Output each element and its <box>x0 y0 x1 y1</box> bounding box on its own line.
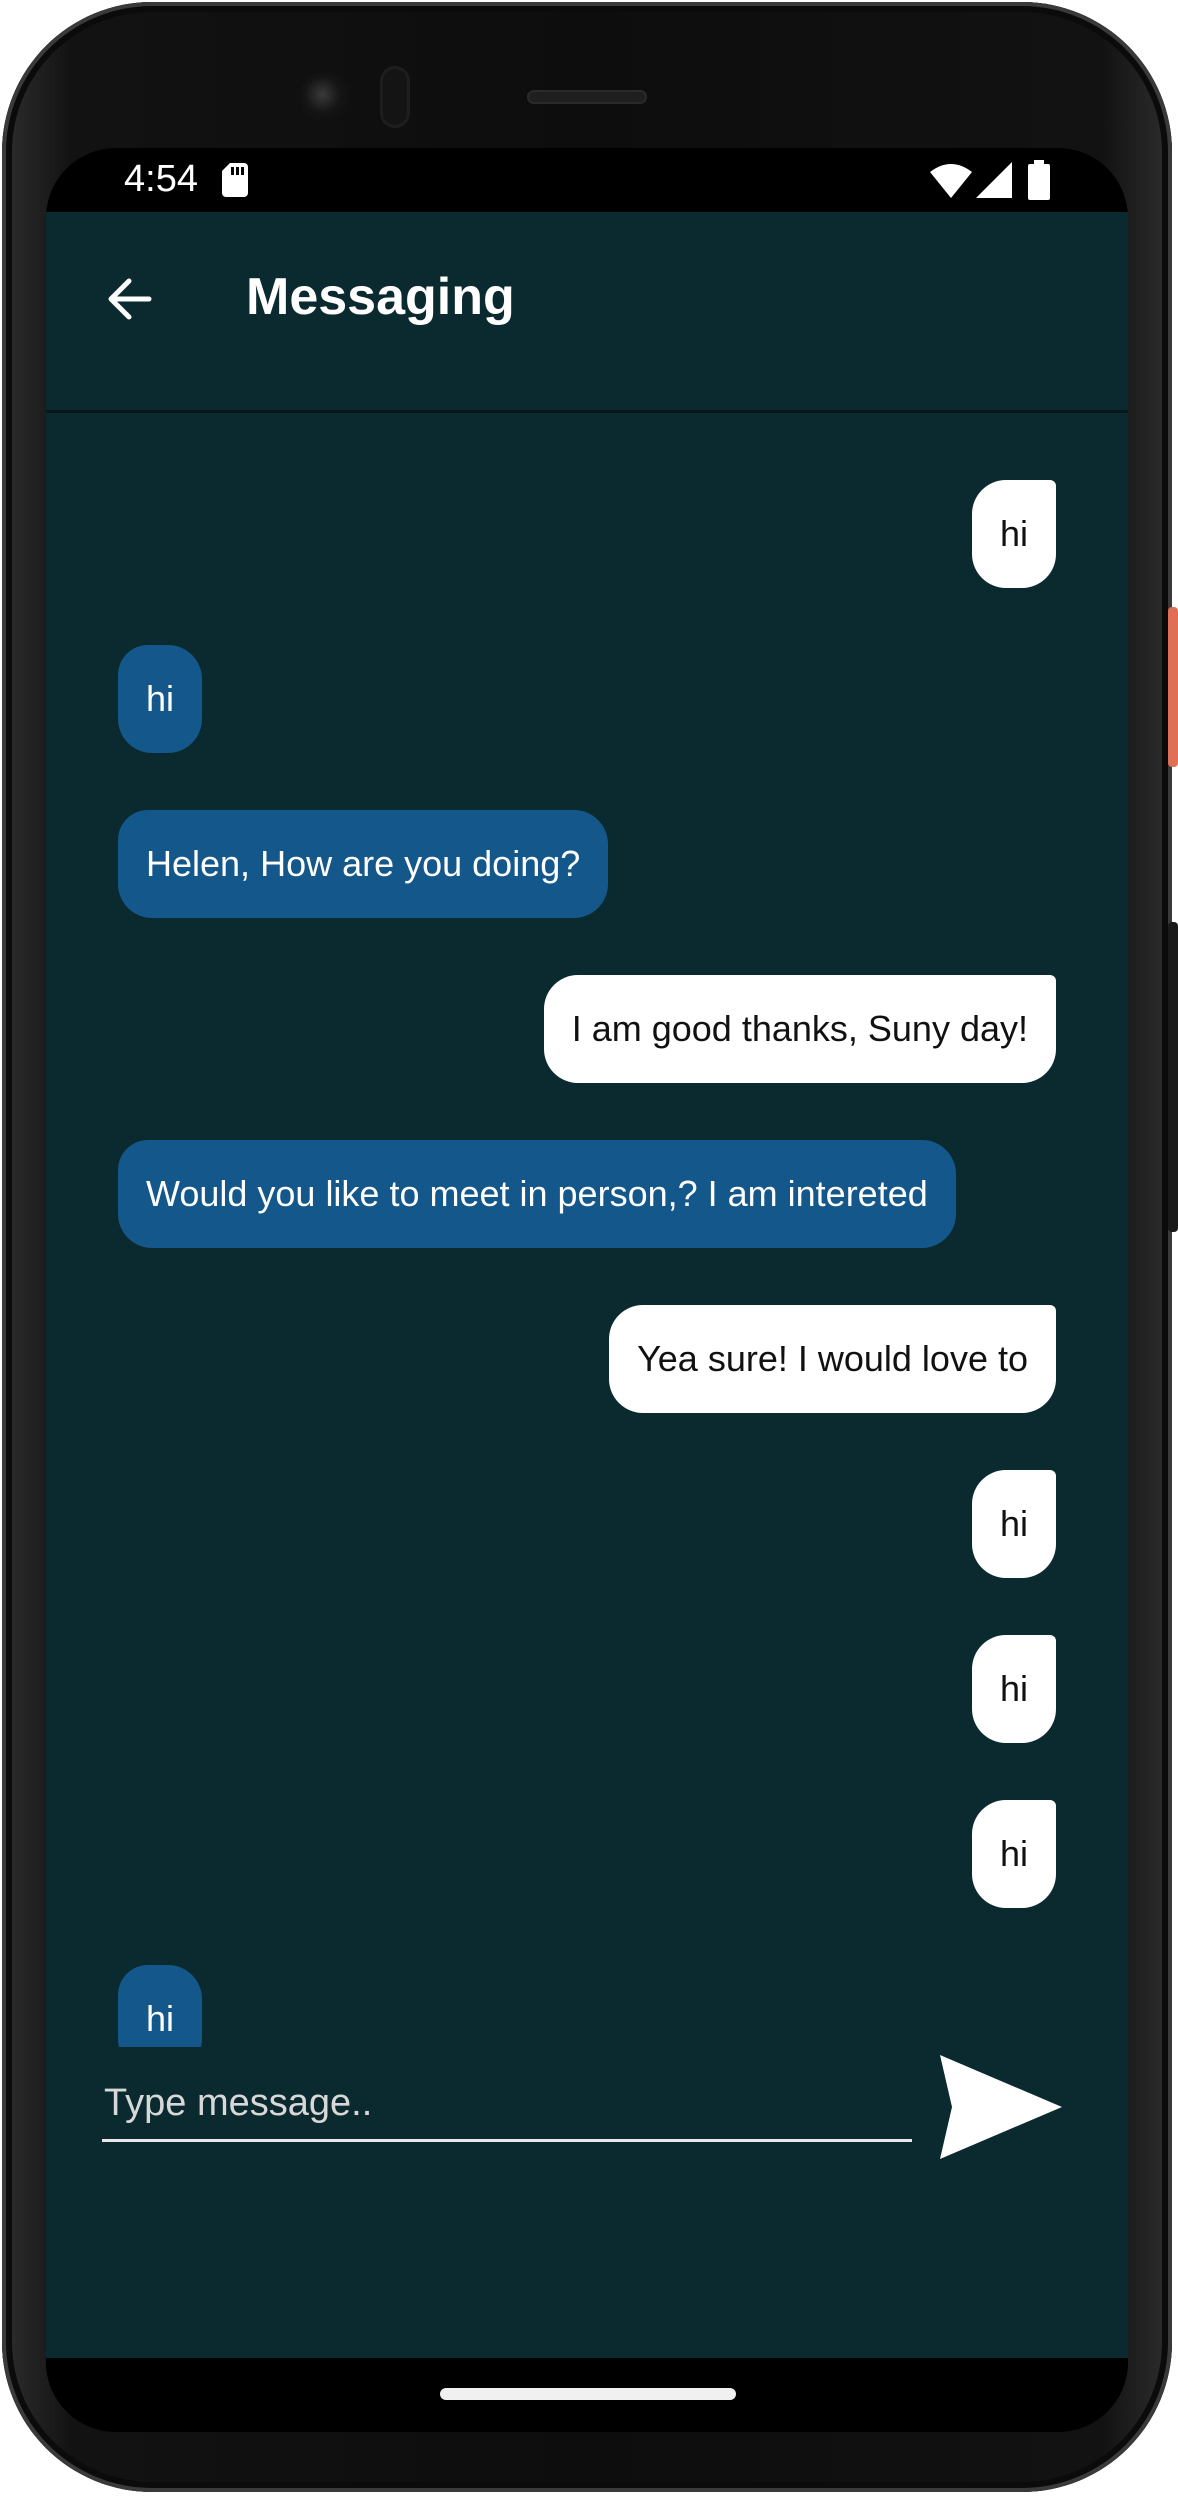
power-button <box>1168 607 1178 767</box>
system-nav-bar <box>46 2358 1128 2432</box>
app-bar: Messaging <box>46 212 1128 413</box>
message-bubble-sent: Yea sure! I would love to <box>609 1305 1056 1413</box>
message-bubble-sent: hi <box>971 1635 1056 1743</box>
send-button[interactable] <box>936 2047 1066 2167</box>
phone-frame: 4:54 Messaging hi hi Helen, How are you … <box>2 2 1178 2492</box>
back-button[interactable] <box>94 264 164 334</box>
message-bubble-received: Helen, How are you doing? <box>118 810 609 918</box>
screen: 4:54 Messaging hi hi Helen, How are you … <box>46 148 1128 2432</box>
message-bubble-received: hi <box>118 645 203 753</box>
front-camera <box>300 72 350 122</box>
earpiece-speaker <box>527 90 647 104</box>
status-time: 4:54 <box>124 158 198 200</box>
message-list: hi hi Helen, How are you doing? I am goo… <box>46 413 1128 2047</box>
proximity-sensor <box>380 66 410 128</box>
volume-button <box>1168 922 1178 1232</box>
message-bubble-sent: I am good thanks, Suny day! <box>543 975 1056 1083</box>
message-composer <box>46 2047 1128 2207</box>
arrow-left-icon <box>108 278 152 320</box>
home-indicator[interactable] <box>440 2388 736 2400</box>
battery-icon <box>1028 160 1050 200</box>
message-bubble-received: hi <box>118 1965 203 2047</box>
message-bubble-sent: hi <box>971 480 1056 588</box>
message-bubble-sent: hi <box>971 1470 1056 1578</box>
status-bar: 4:54 <box>46 148 1128 212</box>
wifi-icon <box>930 164 972 198</box>
page-title: Messaging <box>246 268 515 326</box>
message-bubble-sent: hi <box>971 1800 1056 1908</box>
messaging-app: Messaging hi hi Helen, How are you doing… <box>46 212 1128 2358</box>
message-bubble-received: Would you like to meet in person,? I am … <box>118 1140 956 1248</box>
signal-icon <box>976 162 1012 198</box>
send-icon <box>940 2055 1062 2159</box>
message-input[interactable] <box>102 2067 912 2142</box>
sd-card-icon <box>222 163 248 197</box>
